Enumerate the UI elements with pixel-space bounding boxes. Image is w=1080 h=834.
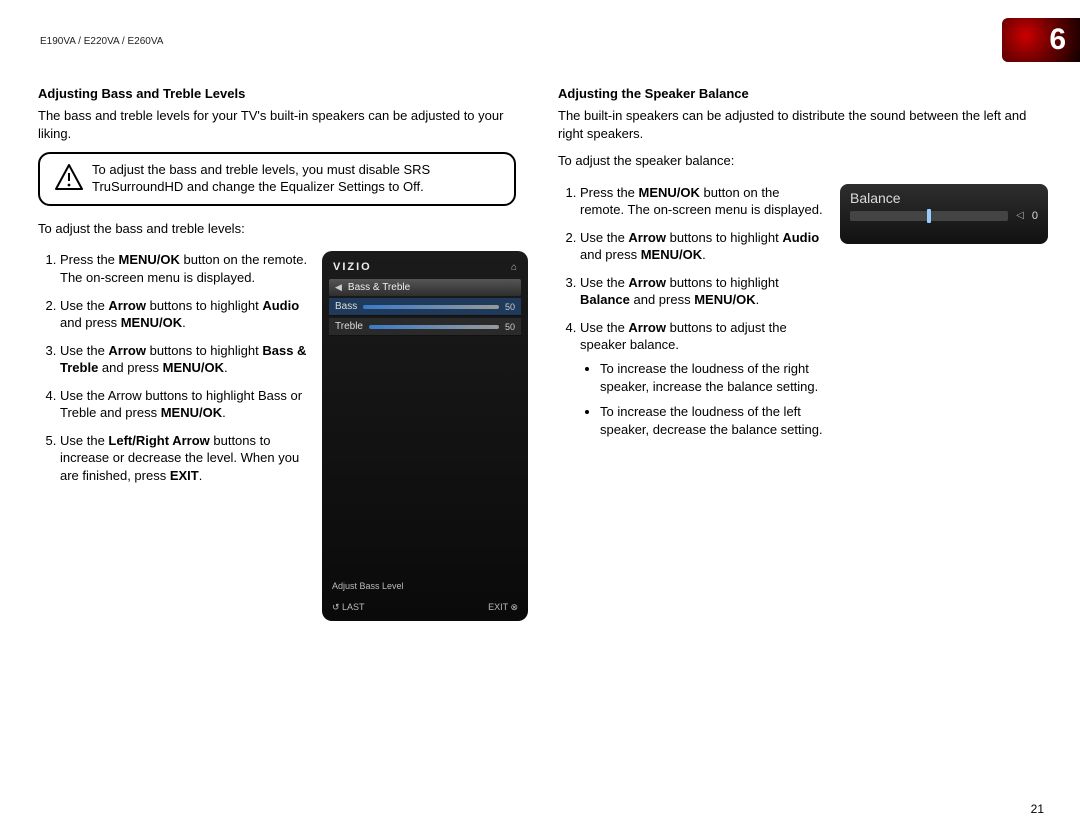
right-column: Adjusting the Speaker Balance The built-… (558, 86, 1048, 448)
left-steps: Press the MENU/OK button on the remote. … (38, 251, 308, 484)
balance-figure: Balance ◁ 0 (840, 184, 1048, 244)
tv-row-treble: Treble 50 (329, 318, 521, 336)
tv-row-bass: Bass 50 (329, 298, 521, 316)
left-step-4: Use the Arrow buttons to highlight Bass … (60, 387, 308, 422)
right-step-3: Use the Arrow buttons to highlight Balan… (580, 274, 826, 309)
left-heading: Adjusting Bass and Treble Levels (38, 86, 528, 101)
left-step-2: Use the Arrow buttons to highlight Audio… (60, 297, 308, 332)
slider-icon (363, 305, 499, 309)
right-bullet-2: To increase the loudness of the left spe… (600, 403, 826, 438)
left-step-5: Use the Left/Right Arrow buttons to incr… (60, 432, 308, 485)
warning-text: To adjust the bass and treble levels, yo… (86, 162, 502, 196)
tv-footer-last: ↺ LAST (332, 602, 365, 613)
left-column: Adjusting Bass and Treble Levels The bas… (38, 86, 528, 621)
right-lead: To adjust the speaker balance: (558, 152, 1048, 170)
warning-icon (52, 162, 86, 190)
right-step-4: Use the Arrow buttons to adjust the spea… (580, 319, 826, 438)
tv-menu-title: Bass & Treble (348, 282, 410, 293)
balance-title: Balance (850, 190, 1038, 206)
tv-brand: VIZIO (333, 261, 372, 273)
slider-icon (369, 325, 499, 329)
tv-helper-text: Adjust Bass Level (332, 581, 404, 591)
right-intro: The built-in speakers can be adjusted to… (558, 107, 1048, 142)
page-number: 21 (1031, 802, 1044, 816)
right-steps: Press the MENU/OK button on the remote. … (558, 184, 826, 439)
tv-footer-exit: EXIT ⊗ (488, 602, 518, 613)
right-heading: Adjusting the Speaker Balance (558, 86, 1048, 101)
home-icon: ⌂ (511, 262, 517, 273)
bass-treble-figure: VIZIO ⌂ ◀ Bass & Treble Bass 50 Treble 5… (322, 251, 528, 621)
chapter-tab: 6 (1002, 18, 1080, 62)
balance-track (850, 211, 1008, 221)
right-bullets: To increase the loudness of the right sp… (580, 360, 826, 438)
left-intro: The bass and treble levels for your TV's… (38, 107, 528, 142)
right-bullet-1: To increase the loudness of the right sp… (600, 360, 826, 395)
arrow-left-icon: ◁ (1016, 210, 1024, 221)
right-step-1: Press the MENU/OK button on the remote. … (580, 184, 826, 219)
tv-footer: ↺ LAST EXIT ⊗ (332, 602, 518, 613)
back-icon: ◀ (335, 282, 342, 293)
right-step-2: Use the Arrow buttons to highlight Audio… (580, 229, 826, 264)
chapter-number: 6 (1049, 23, 1066, 57)
balance-value: 0 (1032, 210, 1038, 222)
warning-callout: To adjust the bass and treble levels, yo… (38, 152, 516, 206)
balance-marker-icon (927, 209, 931, 223)
left-lead: To adjust the bass and treble levels: (38, 220, 528, 238)
tv-titlebar: ◀ Bass & Treble (329, 279, 521, 296)
left-step-1: Press the MENU/OK button on the remote. … (60, 251, 308, 286)
model-line: E190VA / E220VA / E260VA (40, 36, 163, 47)
left-step-3: Use the Arrow buttons to highlight Bass … (60, 342, 308, 377)
